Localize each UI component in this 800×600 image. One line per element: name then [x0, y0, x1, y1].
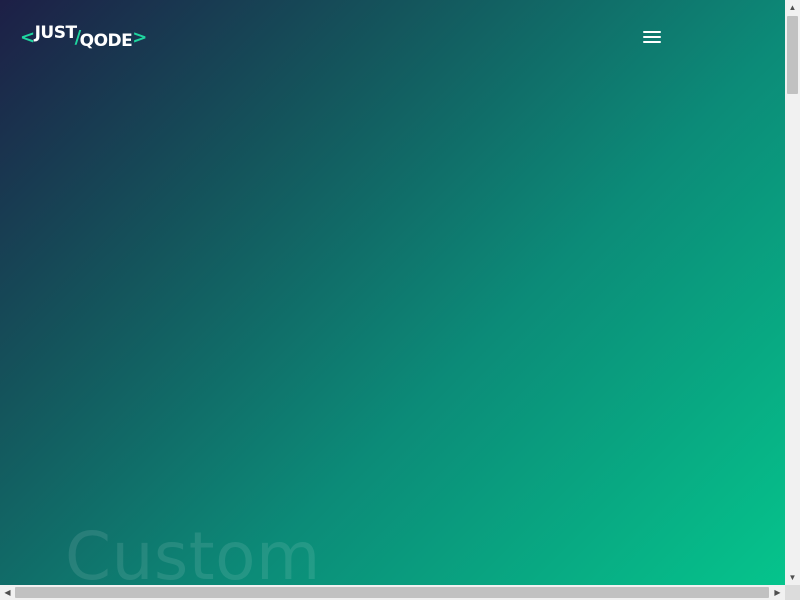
logo-bracket-open: < [20, 26, 35, 48]
scroll-left-arrow-icon[interactable]: ◀ [0, 585, 15, 600]
hero-section: < JUST / QODE > Custom [0, 0, 785, 585]
logo-word-just: JUST [34, 23, 77, 43]
scrollbar-corner [785, 585, 800, 600]
horizontal-scrollbar[interactable]: ◀ ▶ [0, 585, 785, 600]
scroll-right-arrow-icon[interactable]: ▶ [770, 585, 785, 600]
logo-word-qode: QODE [79, 31, 133, 51]
scroll-down-arrow-icon[interactable]: ▼ [785, 570, 800, 585]
menu-bar-top [643, 31, 661, 33]
horizontal-scroll-thumb[interactable] [15, 587, 769, 598]
scroll-up-arrow-icon[interactable]: ▲ [785, 0, 800, 15]
logo-bracket-close: > [132, 26, 147, 48]
menu-bar-bottom [643, 41, 661, 43]
vertical-scrollbar[interactable]: ▲ ▼ [785, 0, 800, 585]
vertical-scroll-thumb[interactable] [787, 16, 798, 94]
menu-bar-middle [643, 36, 661, 38]
hamburger-menu-icon[interactable] [640, 26, 664, 48]
justqode-logo[interactable]: < JUST / QODE > [20, 22, 147, 52]
hero-title: Custom [65, 518, 321, 585]
